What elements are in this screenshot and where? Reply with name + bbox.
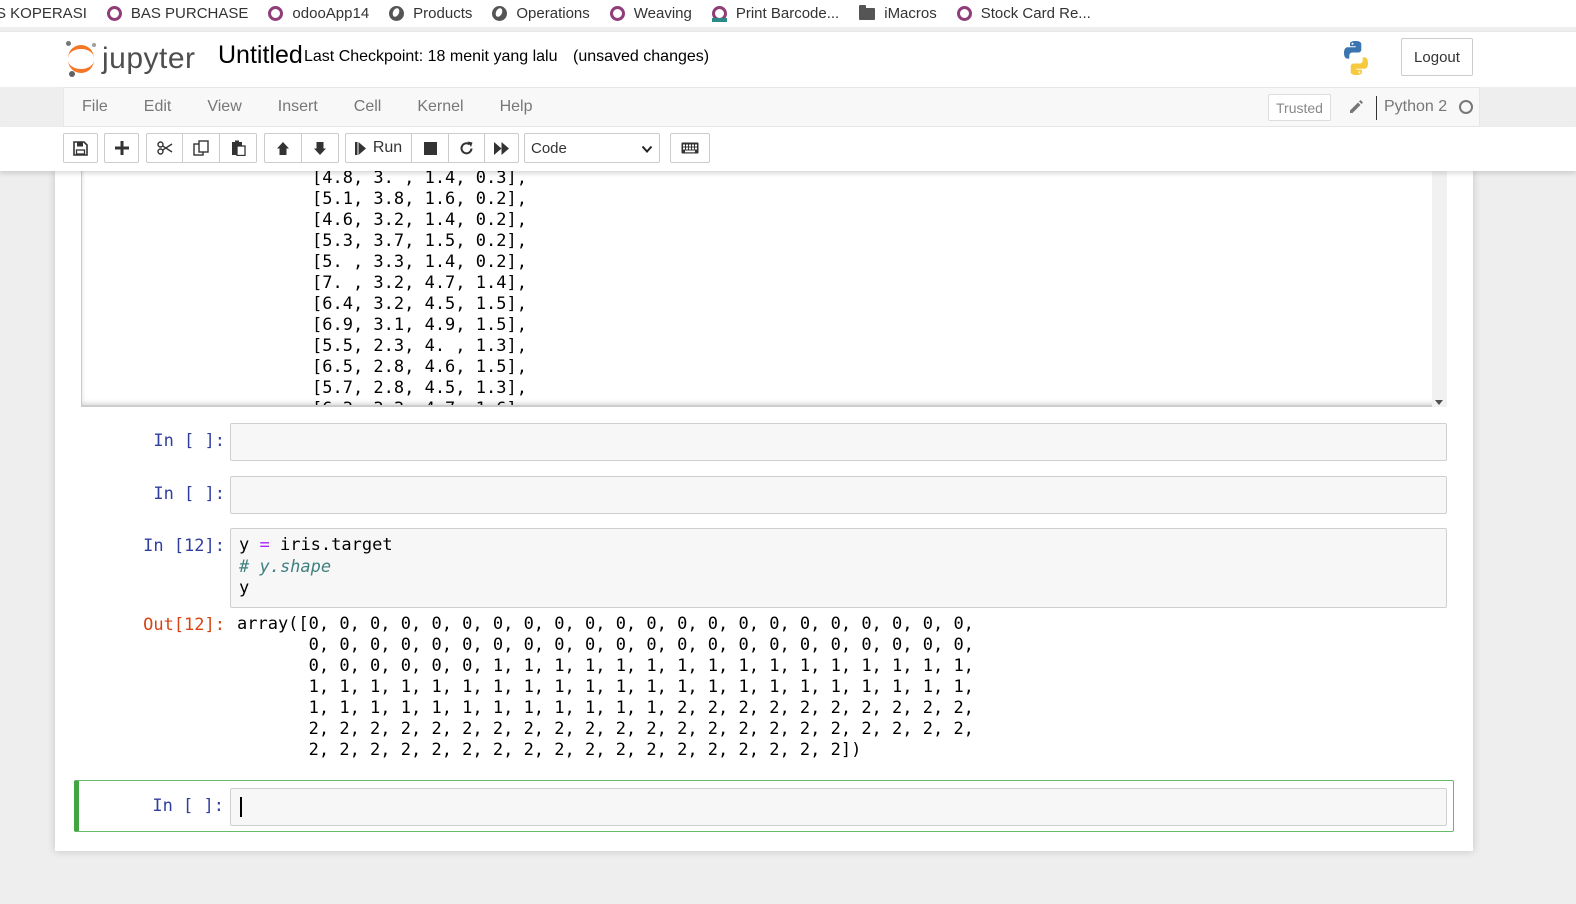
selected-code-cell[interactable]: In [ ]: — [74, 780, 1454, 832]
python-logo-icon — [1344, 41, 1368, 75]
main-toolbar: Run Code — [0, 127, 1576, 171]
run-label: Run — [372, 139, 403, 156]
menu-insert[interactable]: Insert — [260, 98, 336, 116]
output-scrollbar[interactable] — [1432, 171, 1447, 407]
jupyter-logo[interactable]: jupyter — [66, 41, 196, 77]
bookmark-imacros[interactable]: iMacros — [859, 4, 937, 22]
text-cursor — [240, 797, 242, 817]
run-button[interactable]: Run — [345, 133, 412, 163]
kernel-idle-indicator-icon — [1459, 100, 1473, 114]
logout-button[interactable]: Logout — [1401, 38, 1473, 76]
restart-run-all-button[interactable] — [484, 133, 519, 163]
bookmark-print-barcode[interactable]: Print Barcode... — [711, 5, 839, 22]
notebook-header: jupyter Untitled Last Checkpoint: 18 men… — [0, 31, 1576, 87]
restart-kernel-button[interactable] — [448, 133, 485, 163]
arrow-up-icon — [277, 141, 289, 155]
bookmark-bas-purchase[interactable]: BAS PURCHASE — [106, 5, 248, 22]
cell-input-area[interactable] — [230, 788, 1447, 826]
kernel-name: Python 2 — [1384, 98, 1448, 115]
cell-prompt: In [ ]: — [153, 484, 225, 504]
bookmarks-bar: S KOPERASI BAS PURCHASE odooApp14 Produc… — [0, 0, 1576, 27]
cell-input-area[interactable] — [230, 476, 1447, 514]
menu-cell[interactable]: Cell — [336, 98, 400, 116]
menu-kernel[interactable]: Kernel — [399, 98, 481, 116]
autosave-status: (unsaved changes) — [573, 48, 710, 65]
cell-prompt: In [ ]: — [153, 431, 225, 451]
paste-icon — [231, 140, 246, 156]
code-cell-empty-2[interactable]: In [ ]: — [75, 476, 1454, 514]
scrolled-output-text: [4.8, 3. , 1.4, 0.3], [5.1, 3.8, 1.6, 0.… — [312, 171, 527, 405]
folder-icon — [859, 4, 876, 20]
odoo-ring-icon — [106, 6, 122, 21]
code-cell-12[interactable]: In [12]: y = iris.target # y.shape y Out… — [75, 528, 1454, 768]
scrolled-output-area[interactable]: [4.8, 3. , 1.4, 0.3], [5.1, 3.8, 1.6, 0.… — [81, 171, 1447, 407]
copy-icon — [193, 140, 209, 156]
move-down-button[interactable] — [301, 133, 339, 163]
keyboard-icon — [681, 142, 699, 154]
chevron-down-icon — [641, 145, 653, 153]
menu-file[interactable]: File — [64, 98, 126, 116]
restart-icon — [460, 141, 473, 154]
bookmark-weaving[interactable]: Weaving — [609, 5, 692, 22]
cell-output-text: array([0, 0, 0, 0, 0, 0, 0, 0, 0, 0, 0, … — [237, 614, 974, 760]
cell-prompt: In [ ]: — [152, 796, 224, 816]
move-up-button[interactable] — [264, 133, 302, 163]
fast-forward-icon — [493, 141, 509, 155]
odoo-ring-icon — [609, 6, 625, 21]
kernel-separator — [1376, 96, 1377, 120]
save-icon — [73, 140, 88, 156]
menu-help[interactable]: Help — [482, 98, 551, 116]
scroll-down-arrow-icon[interactable] — [1435, 400, 1443, 405]
cut-button[interactable] — [146, 133, 183, 163]
insert-cell-button[interactable] — [104, 133, 139, 163]
bookmark-odooapp14[interactable]: odooApp14 — [268, 5, 369, 22]
notebook-name[interactable]: Untitled — [218, 41, 303, 70]
arrow-down-icon — [314, 141, 326, 155]
barcode-icon — [711, 6, 727, 22]
trusted-badge[interactable]: Trusted — [1268, 94, 1331, 121]
bookmark-stock-card[interactable]: Stock Card Re... — [956, 5, 1091, 22]
odoo-ring-icon — [956, 6, 972, 21]
cell-input-area[interactable]: y = iris.target # y.shape y — [230, 528, 1447, 608]
pencil-icon[interactable] — [1347, 97, 1365, 115]
cell-prompt-out-12: Out[12]: — [143, 615, 225, 635]
interrupt-kernel-button[interactable] — [411, 133, 449, 163]
stop-icon — [423, 141, 437, 155]
plus-icon — [114, 141, 129, 155]
cell-input-area[interactable] — [230, 423, 1447, 461]
menubar: File Edit View Insert Cell Kernel Help T… — [63, 87, 1480, 127]
bookmark-products[interactable]: Products — [389, 5, 472, 22]
globe-icon — [492, 6, 508, 21]
bookmark-operations[interactable]: Operations — [492, 5, 590, 22]
command-palette-button[interactable] — [670, 133, 710, 163]
cell-prompt-in-12: In [12]: — [143, 536, 225, 556]
menu-edit[interactable]: Edit — [126, 98, 190, 116]
code-cell-empty-1[interactable]: In [ ]: — [75, 423, 1454, 461]
notebook-container: [4.8, 3. , 1.4, 0.3], [5.1, 3.8, 1.6, 0.… — [55, 171, 1473, 851]
bookmark-koperasi[interactable]: S KOPERASI — [0, 5, 87, 22]
cell-type-select[interactable]: Code — [524, 133, 660, 163]
jupyter-logo-text: jupyter — [102, 42, 196, 75]
globe-icon — [389, 6, 405, 21]
checkpoint-status: Last Checkpoint: 18 menit yang lalu — [304, 48, 558, 65]
scissors-icon — [156, 141, 172, 155]
cell-type-value: Code — [531, 139, 567, 157]
cell-code: y = iris.target # y.shape y — [239, 535, 393, 598]
save-button[interactable] — [63, 133, 98, 163]
jupyter-logo-icon — [66, 41, 96, 77]
copy-button[interactable] — [182, 133, 220, 163]
step-forward-icon — [354, 141, 366, 155]
odoo-ring-icon — [268, 6, 284, 21]
paste-button[interactable] — [219, 133, 257, 163]
menu-view[interactable]: View — [189, 98, 259, 116]
